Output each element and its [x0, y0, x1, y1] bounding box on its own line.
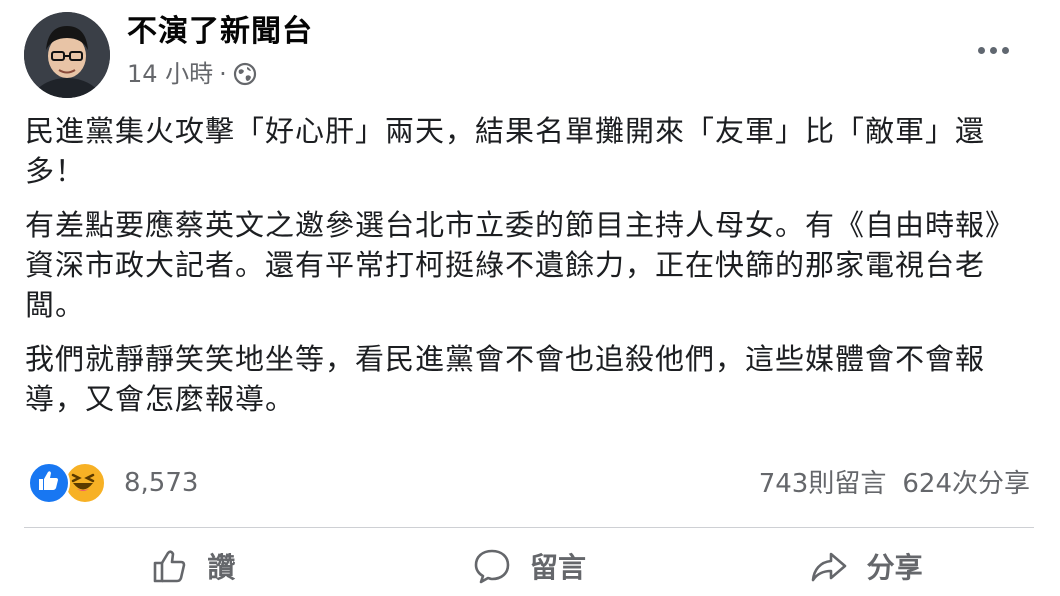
comment-button[interactable]: 留言: [361, 536, 698, 596]
share-arrow-icon: [811, 552, 846, 582]
post-paragraph: 民進黨集火攻擊「好心肝」兩天，結果名單攤開來「友軍」比「敵軍」還多！: [25, 114, 986, 188]
action-bar: 讚 留言 分享: [24, 536, 1034, 596]
comment-icon: [474, 549, 510, 584]
comment-label: 留言: [530, 551, 587, 584]
like-reaction-icon: [28, 462, 70, 504]
post-timestamp[interactable]: 14 小時: [127, 58, 213, 90]
reaction-summary[interactable]: 8,573: [28, 462, 198, 504]
globe-icon[interactable]: [233, 62, 257, 86]
facebook-post: 不演了新聞台 14 小時 · 民進黨集火攻擊「好心肝」兩天，結果名單攤開來「友軍…: [0, 0, 1060, 596]
share-label: 分享: [866, 551, 923, 584]
avatar-image: [24, 12, 110, 98]
like-button[interactable]: 讚: [24, 536, 361, 596]
engagement-stats: 743則留言 624次分享: [759, 464, 1030, 504]
post-paragraph: 我們就靜靜笑笑地坐等，看民進黨會不會也追殺他們，這些媒體會不會報導，又會怎麼報導…: [25, 342, 986, 416]
comment-count[interactable]: 743則留言: [759, 464, 887, 504]
divider: [24, 527, 1034, 528]
post-meta: 14 小時 ·: [127, 58, 257, 90]
thumbs-up-icon: [154, 550, 186, 583]
share-button[interactable]: 分享: [697, 536, 1034, 596]
more-options-button[interactable]: [968, 32, 1018, 68]
share-count[interactable]: 624次分享: [902, 464, 1030, 504]
haha-reaction-icon: [64, 462, 106, 504]
like-label: 讚: [207, 551, 236, 584]
post-content: 民進黨集火攻擊「好心肝」兩天，結果名單攤開來「友軍」比「敵軍」還多！ 有差點要應…: [25, 111, 1035, 433]
reaction-count[interactable]: 8,573: [124, 468, 198, 498]
avatar[interactable]: [24, 12, 110, 98]
more-dot-icon: [1001, 46, 1009, 54]
post-paragraph: 有差點要應蔡英文之邀參選台北市立委的節目主持人母女。有《自由時報》資深市政大記者…: [25, 208, 1016, 322]
author-name[interactable]: 不演了新聞台: [127, 12, 313, 52]
more-dot-icon: [977, 46, 985, 54]
meta-separator: ·: [219, 60, 227, 88]
more-dot-icon: [989, 46, 997, 54]
